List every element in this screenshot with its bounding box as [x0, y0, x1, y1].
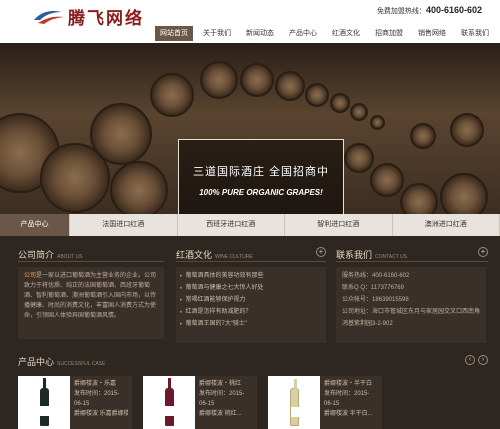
- list-item[interactable]: 葡萄酒王国的7大“骑士”: [180, 318, 322, 330]
- about-body: 是一家以进口葡萄酒为主营业务的企业。公司致力于将优质、纯正的法国葡萄酒、西班牙葡…: [24, 273, 157, 319]
- product-carousel: 爵娜楼波・乐嘉 发布时间：2015-06-15 爵娜楼波 乐嘉爵娜楼波・乐嘉 爵…: [18, 376, 382, 429]
- about-section: 公司简介 ABOUT US 公司是一家以进口葡萄酒为主营业务的企业。公司致力于将优…: [18, 248, 164, 339]
- hero-banner[interactable]: 三道国际酒庄 全国招商中 100% PURE ORGANIC GRAPES!: [0, 43, 500, 220]
- contact-more-icon[interactable]: +: [478, 247, 488, 257]
- barrel-image: [90, 103, 152, 165]
- banner-title: 三道国际酒庄 全国招商中: [192, 166, 330, 178]
- hotline: 免费加盟热线：400-6160-602: [377, 5, 482, 16]
- tab-australia[interactable]: 澳洲进口红酒: [393, 214, 500, 236]
- about-text: 公司是一家以进口葡萄酒为主营业务的企业。公司致力于将优质、纯正的法国葡萄酒、西班…: [18, 267, 164, 339]
- products-title-text: 产品中心: [18, 357, 55, 367]
- nav-item-franchise[interactable]: 招商加盟: [370, 26, 408, 41]
- barrel-image: [370, 163, 404, 197]
- banner-subtitle: 100% PURE ORGANIC GRAPES!: [199, 188, 323, 197]
- culture-title: 红酒文化 WINE CULTURE +: [176, 247, 326, 262]
- culture-list: 葡萄酒具体的美容功效有那些 葡萄酒与健康之七大惊人好处 常喝红酒能够保护视力 红…: [176, 267, 326, 343]
- product-desc: 爵娜楼波 桃红...: [199, 411, 242, 417]
- product-info: 爵娜楼波・半干白 发布时间：2015-06-15 爵娜楼波 半干白...: [320, 376, 382, 429]
- nav-item-contact[interactable]: 联系我们: [456, 26, 494, 41]
- culture-more-icon[interactable]: +: [316, 247, 326, 257]
- logo-swoosh-icon: [34, 11, 64, 24]
- contact-section: 联系我们 CONTACT US + 服务热线：400-6160-602 联系Q Q…: [336, 247, 488, 343]
- products-section: 产品中心 SUCCESSFUL CASE ‹ › 爵娜楼波・乐嘉 发布时间：201…: [18, 355, 488, 429]
- about-highlight[interactable]: 公司: [24, 273, 36, 279]
- tab-products[interactable]: 产品中心: [0, 214, 70, 236]
- wine-bottle-icon: [165, 378, 174, 426]
- contact-line: 公司地址：海口市管城区东月与家居园交叉口西南角 鸿基紫荆园3-2-902: [342, 309, 481, 327]
- banner-caption: 三道国际酒庄 全国招商中 100% PURE ORGANIC GRAPES!: [178, 139, 344, 216]
- barrel-image: [240, 63, 274, 97]
- contact-title: 联系我们 CONTACT US +: [336, 247, 488, 262]
- contact-line: 服务热线：400-6160-602: [342, 273, 410, 279]
- culture-title-text: 红酒文化: [176, 250, 213, 260]
- product-card[interactable]: 爵娜楼波・乐嘉 发布时间：2015-06-15 爵娜楼波 乐嘉爵娜楼波・乐嘉: [18, 376, 132, 429]
- hotline-label: 免费加盟热线：: [376, 8, 426, 15]
- nav-item-sales[interactable]: 销售网络: [413, 26, 451, 41]
- product-image: [18, 376, 70, 429]
- list-item[interactable]: 常喝红酒能够保护视力: [180, 294, 322, 306]
- contact-line: 联系Q Q：1173776769: [342, 285, 404, 291]
- barrel-image: [200, 61, 238, 99]
- products-title: 产品中心 SUCCESSFUL CASE: [18, 355, 488, 369]
- info-sections: 公司简介 ABOUT US 公司是一家以进口葡萄酒为主营业务的企业。公司致力于将优…: [18, 247, 488, 348]
- product-name: 爵娜楼波・半干白: [324, 381, 373, 387]
- product-name: 爵娜楼波・桃红: [199, 381, 242, 387]
- header: 腾飞网络 免费加盟热线：400-6160-602 网站首页 关于我们 新闻动态 …: [0, 0, 500, 43]
- wine-bottle-icon: [290, 379, 300, 426]
- barrel-image: [350, 103, 368, 121]
- list-item[interactable]: 红酒是怎样有助减肥的？: [180, 306, 322, 318]
- products-title-en: SUCCESSFUL CASE: [57, 361, 106, 367]
- barrel-image: [275, 71, 305, 101]
- brand-name: 腾飞网络: [68, 8, 144, 28]
- nav-item-news[interactable]: 新闻动态: [241, 26, 279, 41]
- logo[interactable]: 腾飞网络: [32, 4, 144, 28]
- product-image: [143, 376, 195, 429]
- about-title-text: 公司简介: [18, 250, 55, 260]
- contact-line: 公众帐号：18639015598: [342, 297, 409, 303]
- list-item[interactable]: 葡萄酒与健康之七大惊人好处: [180, 282, 322, 294]
- nav-item-home[interactable]: 网站首页: [155, 26, 193, 41]
- chevron-left-icon[interactable]: ‹: [465, 355, 475, 365]
- barrel-image: [344, 143, 374, 173]
- barrel-image: [305, 83, 329, 107]
- nav-item-products[interactable]: 产品中心: [284, 26, 322, 41]
- barrel-image: [150, 73, 194, 117]
- barrel-image: [450, 113, 484, 147]
- contact-title-text: 联系我们: [336, 250, 373, 260]
- barrel-image: [330, 93, 350, 113]
- barrel-image: [110, 161, 168, 219]
- main-nav: 网站首页 关于我们 新闻动态 产品中心 红酒文化 招商加盟 销售网络 联系我们: [150, 26, 494, 41]
- product-desc: 爵娜楼波 乐嘉爵娜楼波・乐嘉: [74, 411, 128, 417]
- product-date: 发布时间：2015-06-15: [324, 391, 370, 407]
- barrel-image: [370, 115, 385, 130]
- chevron-right-icon[interactable]: ›: [478, 355, 488, 365]
- product-date: 发布时间：2015-06-15: [74, 391, 120, 407]
- product-info: 爵娜楼波・桃红 发布时间：2015-06-15 爵娜楼波 桃红...: [195, 376, 257, 429]
- product-info: 爵娜楼波・乐嘉 发布时间：2015-06-15 爵娜楼波 乐嘉爵娜楼波・乐嘉: [70, 376, 132, 429]
- product-date: 发布时间：2015-06-15: [199, 391, 245, 407]
- product-image: [268, 376, 320, 429]
- carousel-controls: ‹ ›: [462, 355, 488, 365]
- nav-item-about[interactable]: 关于我们: [198, 26, 236, 41]
- product-name: 爵娜楼波・乐嘉: [74, 381, 117, 387]
- category-tabs: 产品中心 法国进口红酒 西班牙进口红酒 智利进口红酒 澳洲进口红酒: [0, 214, 500, 236]
- product-card[interactable]: 爵娜楼波・桃红 发布时间：2015-06-15 爵娜楼波 桃红...: [143, 376, 257, 429]
- list-item[interactable]: 葡萄酒具体的美容功效有那些: [180, 270, 322, 282]
- contact-info: 服务热线：400-6160-602 联系Q Q：1173776769 公众帐号：…: [336, 267, 486, 343]
- culture-section: 红酒文化WINE CULTURE + 葡萄酒具体的美容功效有那些 葡萄酒与健康之…: [176, 247, 326, 343]
- about-title-en: ABOUT US: [57, 254, 83, 260]
- tab-spain[interactable]: 西班牙进口红酒: [178, 214, 285, 236]
- product-card[interactable]: 爵娜楼波・半干白 发布时间：2015-06-15 爵娜楼波 半干白...: [268, 376, 382, 429]
- barrel-image: [440, 173, 488, 220]
- about-title: 公司简介 ABOUT US: [18, 248, 164, 262]
- contact-title-en: CONTACT US: [375, 254, 408, 260]
- hotline-number: 400-6160-602: [425, 5, 482, 15]
- barrel-image: [410, 123, 436, 149]
- tab-france[interactable]: 法国进口红酒: [70, 214, 178, 236]
- product-desc: 爵娜楼波 半干白...: [324, 411, 373, 417]
- culture-title-en: WINE CULTURE: [215, 254, 253, 260]
- tab-chile[interactable]: 智利进口红酒: [285, 214, 393, 236]
- nav-item-culture[interactable]: 红酒文化: [327, 26, 365, 41]
- wine-bottle-icon: [40, 378, 49, 426]
